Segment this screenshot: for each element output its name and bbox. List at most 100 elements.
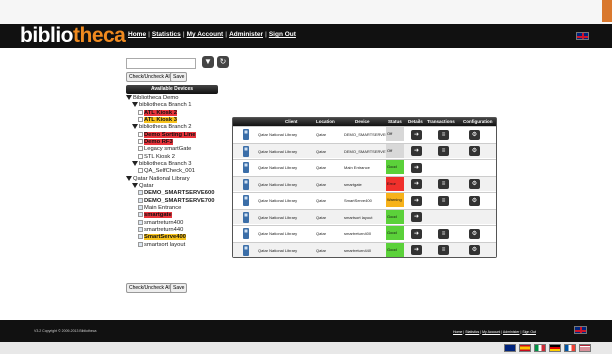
table-row: Qatar National Library Qatar smartsort lay… <box>233 208 496 224</box>
cell-location: Qatar <box>316 247 327 253</box>
usa-flag-icon[interactable] <box>579 344 591 352</box>
footer-nav-statistics[interactable]: Statistics <box>465 330 479 334</box>
expand-triangle-icon[interactable] <box>126 175 132 181</box>
configuration-gear-icon[interactable]: ⚙ <box>469 179 480 189</box>
configuration-gear-icon[interactable]: ⚙ <box>469 129 480 140</box>
details-arrow-icon[interactable]: ➜ <box>411 245 422 255</box>
tree-item[interactable]: smartreturn400 <box>126 219 214 227</box>
device-checkbox[interactable] <box>138 190 143 196</box>
device-checkbox[interactable] <box>138 234 143 240</box>
device-checkbox[interactable] <box>138 197 143 203</box>
tree-item[interactable]: STL Kiosk 2 <box>126 153 214 161</box>
germany-flag-icon[interactable] <box>549 344 561 352</box>
nav-sign-out[interactable]: Sign Out <box>269 31 296 38</box>
transactions-list-icon[interactable]: ≡ <box>438 129 449 140</box>
nav-statistics[interactable]: Statistics <box>152 31 181 38</box>
tree-item[interactable]: smartsort layout <box>126 241 214 249</box>
cell-device: smartsort layout <box>344 214 373 220</box>
check-uncheck-all-button-bottom[interactable]: Check/Uncheck All <box>126 283 174 293</box>
tree-item[interactable]: smartreturn440 <box>126 226 214 234</box>
details-arrow-icon[interactable]: ➜ <box>411 228 422 239</box>
details-arrow-icon[interactable]: ➜ <box>411 212 422 222</box>
transactions-list-icon[interactable]: ≡ <box>438 245 449 255</box>
tree-item[interactable]: DEMO_SMARTSERVE600 <box>126 190 214 197</box>
tree-folder[interactable]: bibliotheca Branch 2 <box>126 124 214 131</box>
tree-item[interactable]: ATL Kiosk 2 <box>126 109 214 117</box>
nav-administer[interactable]: Administer <box>229 31 263 38</box>
tree-label: Legacy smartGate <box>144 146 192 153</box>
device-checkbox[interactable] <box>138 116 143 122</box>
tree-item[interactable]: SmartServe400 <box>126 234 214 241</box>
transactions-list-icon[interactable]: ≡ <box>438 195 449 206</box>
expand-triangle-icon[interactable] <box>126 95 132 100</box>
tree-item[interactable]: smartgate <box>126 212 214 219</box>
tree-item[interactable]: Demo Sorting Line <box>126 131 214 139</box>
transactions-list-icon[interactable]: ≡ <box>438 228 449 239</box>
nav-home[interactable]: Home <box>128 31 146 38</box>
expand-triangle-icon[interactable] <box>132 102 138 108</box>
footer-nav-sign-out[interactable]: Sign Out <box>522 330 536 334</box>
tree-label: Qatar National Library <box>133 175 190 182</box>
nav-my-account[interactable]: My Account <box>187 31 224 38</box>
check-uncheck-all-button[interactable]: Check/Uncheck All <box>126 72 174 82</box>
details-arrow-icon[interactable]: ➜ <box>411 162 422 173</box>
col-location: Location <box>316 119 335 124</box>
device-checkbox[interactable] <box>138 131 143 137</box>
expand-triangle-icon[interactable] <box>132 124 138 130</box>
device-checkbox[interactable] <box>138 109 143 115</box>
transactions-list-icon[interactable]: ≡ <box>438 179 449 189</box>
spain-flag-icon[interactable] <box>519 344 531 352</box>
tree-item[interactable]: ATL Kiosk 3 <box>126 116 214 124</box>
cell-device: smartgate <box>344 181 362 187</box>
device-checkbox[interactable] <box>138 168 143 174</box>
cell-location: Qatar <box>316 132 327 137</box>
tree-item[interactable]: QA_SelfCheck_001 <box>126 168 214 175</box>
configuration-gear-icon[interactable]: ⚙ <box>469 146 480 156</box>
device-checkbox[interactable] <box>138 219 143 225</box>
tree-folder[interactable]: bibliotheca Branch 3 <box>126 160 214 168</box>
footer-nav-home[interactable]: Home <box>453 330 462 334</box>
device-checkbox[interactable] <box>138 212 143 218</box>
configuration-gear-icon[interactable]: ⚙ <box>469 245 480 255</box>
device-checkbox[interactable] <box>138 146 143 152</box>
configuration-gear-icon[interactable]: ⚙ <box>469 195 480 206</box>
france-flag-icon[interactable] <box>564 344 576 352</box>
configuration-gear-icon[interactable]: ⚙ <box>469 228 480 239</box>
tree-item[interactable]: Legacy smartGate <box>126 146 214 153</box>
footer-nav-administer[interactable]: Administer <box>503 330 520 334</box>
tree-item[interactable]: Demo RF3 <box>126 138 214 146</box>
tree-folder[interactable]: Bibliotheca Demo <box>126 95 214 102</box>
tree-label: smartsort layout <box>144 241 186 248</box>
details-arrow-icon[interactable]: ➜ <box>411 129 422 140</box>
details-arrow-icon[interactable]: ➜ <box>411 195 422 206</box>
footer-uk-flag-icon[interactable] <box>574 326 587 334</box>
device-checkbox[interactable] <box>138 138 143 144</box>
uk-flag-icon[interactable] <box>504 344 516 352</box>
filter-icon[interactable]: ▼ <box>202 56 214 68</box>
tree-folder[interactable]: Qatar National Library <box>126 175 214 183</box>
tree-item[interactable]: Main Entrance <box>126 204 214 212</box>
footer-nav-my-account[interactable]: My Account <box>482 330 500 334</box>
transactions-list-icon[interactable]: ≡ <box>438 146 449 156</box>
expand-triangle-icon[interactable] <box>132 182 138 188</box>
device-checkbox[interactable] <box>138 204 143 210</box>
tree-label: bibliotheca Branch 2 <box>139 124 192 131</box>
save-button-bottom[interactable]: Save <box>170 283 188 293</box>
save-button[interactable]: Save <box>170 72 188 82</box>
table-row: Qatar National Library Qatar SmartServe400… <box>233 192 496 208</box>
uk-flag-icon[interactable] <box>576 32 589 40</box>
details-arrow-icon[interactable]: ➜ <box>411 146 422 156</box>
details-arrow-icon[interactable]: ➜ <box>411 179 422 189</box>
expand-triangle-icon[interactable] <box>132 160 138 166</box>
device-checkbox[interactable] <box>138 226 143 232</box>
italy-flag-icon[interactable] <box>534 344 546 352</box>
device-checkbox[interactable] <box>138 241 143 247</box>
search-input[interactable] <box>126 58 196 69</box>
tree-item[interactable]: DEMO_SMARTSERVE700 <box>126 197 214 205</box>
tree-folder[interactable]: Qatar <box>126 182 214 190</box>
device-checkbox[interactable] <box>138 153 143 159</box>
refresh-icon[interactable]: ↻ <box>217 56 229 68</box>
device-thumbnail <box>237 244 255 256</box>
tree-folder[interactable]: bibliotheca Branch 1 <box>126 102 214 109</box>
col-transactions: Transactions <box>427 119 455 124</box>
